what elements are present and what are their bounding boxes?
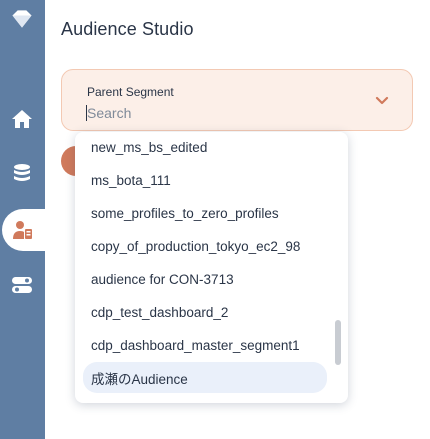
dropdown-option[interactable]: some_profiles_to_zero_profiles (83, 198, 327, 229)
dropdown-option[interactable]: new_ms_bs_edited (83, 132, 327, 163)
dropdown-option[interactable]: cdp_test_dashboard_2 (83, 297, 327, 328)
main-content: Audience Studio Parent Segment new_ms_bs… (45, 0, 430, 439)
audience-icon[interactable] (9, 217, 35, 243)
dropdown-option[interactable]: ms_bota_111 (83, 165, 327, 196)
chevron-down-icon[interactable] (374, 93, 390, 109)
sidebar-nav (0, 0, 50, 439)
parent-segment-dropdown: new_ms_bs_edited ms_bota_111 some_profil… (75, 132, 348, 403)
page-title: Audience Studio (61, 19, 194, 39)
home-icon[interactable] (9, 106, 35, 132)
parent-segment-label: Parent Segment (87, 85, 174, 99)
parent-segment-search-input[interactable] (87, 104, 337, 122)
database-icon[interactable] (9, 160, 35, 186)
parent-segment-select[interactable]: Parent Segment (61, 69, 413, 131)
dropdown-option[interactable]: cdp_dashboard_master_segment1 (83, 330, 327, 361)
dropdown-option[interactable]: copy_of_production_tokyo_ec2_98 (83, 231, 327, 262)
dropdown-option[interactable]: audience for CON-3713 (83, 264, 327, 295)
dropdown-scrollbar[interactable] (335, 320, 341, 365)
text-caret (86, 105, 87, 121)
diamond-icon[interactable] (9, 6, 35, 32)
toggle-settings-icon[interactable] (9, 272, 35, 298)
dropdown-option-selected[interactable]: 成瀬のAudience (83, 362, 327, 393)
